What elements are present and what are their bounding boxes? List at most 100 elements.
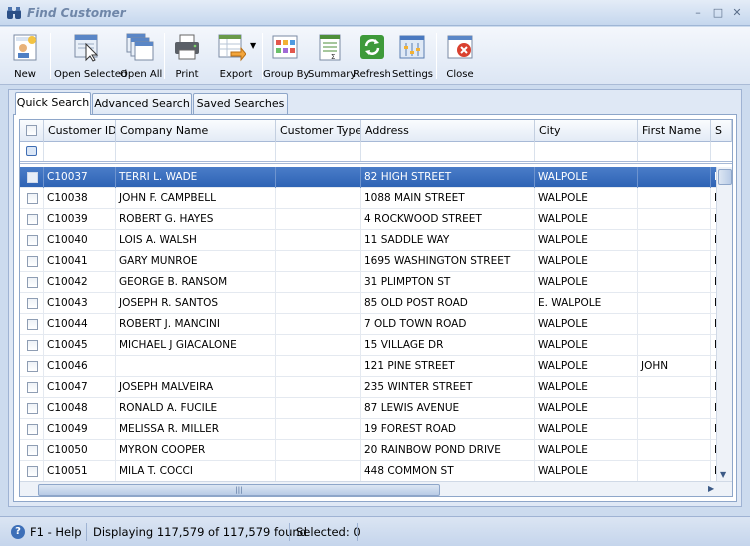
- table-row[interactable]: C10046121 PINE STREETWALPOLEJOHNM: [20, 356, 731, 377]
- cell-customer-type: [276, 419, 361, 440]
- filter-icon[interactable]: [26, 146, 37, 156]
- column-s[interactable]: S: [711, 120, 732, 142]
- horizontal-scroll-thumb[interactable]: |||: [38, 484, 440, 496]
- column-city[interactable]: City: [535, 120, 638, 142]
- row-checkbox[interactable]: [27, 382, 38, 393]
- maximize-button[interactable]: □: [710, 6, 726, 20]
- table-row[interactable]: C10051MILA T. COCCI448 COMMON STWALPOLEM: [20, 461, 731, 482]
- summary-button[interactable]: Σ Summary: [308, 29, 356, 83]
- column-first-name[interactable]: First Name: [638, 120, 711, 142]
- cell-first-name: [638, 293, 711, 314]
- close-window-button[interactable]: ✕: [729, 6, 745, 20]
- minimize-button[interactable]: –: [690, 6, 706, 20]
- select-all-cell: [20, 120, 44, 142]
- table-row[interactable]: C10042 GEORGE B. RANSOM 31 PLIMPTON ST WALP…: [20, 272, 731, 293]
- cell-city: E. WALPOLE: [535, 293, 638, 314]
- tab-advanced-search[interactable]: Advanced Search: [92, 93, 192, 114]
- open-selected-button[interactable]: Open Selected: [54, 29, 127, 83]
- filter-first-name[interactable]: [638, 142, 711, 161]
- help-text: F1 - Help: [30, 525, 82, 539]
- table-row[interactable]: C10043 JOSEPH R. SANTOS 85 OLD POST ROAD E.…: [20, 293, 731, 314]
- tab-quick-search[interactable]: Quick Search: [15, 92, 91, 115]
- settings-button[interactable]: Settings: [392, 29, 433, 83]
- row-checkbox-cell: [20, 335, 44, 356]
- row-checkbox-cell: [20, 314, 44, 335]
- filter-company-name[interactable]: [116, 142, 276, 161]
- table-row[interactable]: C10047 JOSEPH MALVEIRA 235 WINTER STREET WA…: [20, 377, 731, 398]
- cell-customer-type: [276, 167, 361, 188]
- row-checkbox[interactable]: [27, 466, 38, 477]
- row-checkbox[interactable]: [27, 277, 38, 288]
- table-row[interactable]: C10041 GARY MUNROE 1695 WASHINGTON STREET W…: [20, 251, 731, 272]
- vertical-scrollbar[interactable]: ▼: [716, 167, 732, 481]
- table-row[interactable]: C10045 MICHAEL J GIACALONE 15 VILLAGE DR WA…: [20, 335, 731, 356]
- column-customer-id[interactable]: Customer ID: [44, 120, 116, 142]
- cell-city: WALPOLE: [535, 188, 638, 209]
- table-row[interactable]: C10040LOIS A. WALSH11 SADDLE WAYWALPOLEM: [20, 230, 731, 251]
- cell-company-name: TERRI L. WADE: [116, 167, 276, 188]
- cell-company-name: JOHN F. CAMPBELL: [116, 188, 276, 209]
- scroll-right-icon[interactable]: ▶: [708, 484, 714, 493]
- open-all-button[interactable]: Open All: [120, 29, 162, 83]
- table-row[interactable]: C10048 RONALD A. FUCILE 87 LEWIS AVENUE WAL…: [20, 398, 731, 419]
- result-count: Displaying 117,579 of 117,579 found: [93, 525, 307, 539]
- close-button[interactable]: Close: [440, 29, 480, 83]
- tab-saved-searches[interactable]: Saved Searches: [193, 93, 288, 114]
- column-company-name[interactable]: Company Name: [116, 120, 276, 142]
- search-panel: Quick Search Advanced Search Saved Searc…: [8, 89, 742, 507]
- cell-address: 19 FOREST ROAD: [361, 419, 535, 440]
- title-bar: Find Customer – □ ✕: [0, 0, 750, 26]
- row-checkbox[interactable]: [27, 214, 38, 225]
- filter-city[interactable]: [535, 142, 638, 161]
- vertical-scroll-thumb[interactable]: [718, 169, 732, 185]
- row-checkbox[interactable]: [27, 424, 38, 435]
- filter-row: [20, 142, 732, 164]
- row-checkbox-cell: [20, 272, 44, 293]
- new-button[interactable]: New: [4, 29, 46, 83]
- scroll-down-icon[interactable]: ▼: [720, 470, 726, 479]
- column-address[interactable]: Address: [361, 120, 535, 142]
- toolbar: New Open Selected Open All Print ▼ Expor…: [0, 27, 750, 85]
- cell-customer-type: [276, 398, 361, 419]
- row-checkbox[interactable]: [27, 403, 38, 414]
- horizontal-scrollbar[interactable]: ||| ▶: [20, 481, 732, 496]
- cell-company-name: MICHAEL J GIACALONE: [116, 335, 276, 356]
- select-all-checkbox[interactable]: [26, 125, 37, 136]
- export-button[interactable]: ▼ Export: [210, 29, 262, 83]
- cell-company-name: MYRON COOPER: [116, 440, 276, 461]
- row-checkbox[interactable]: [27, 361, 38, 372]
- filter-customer-type[interactable]: [276, 142, 361, 161]
- group-by-button[interactable]: Group By: [263, 29, 309, 83]
- grid-header: Customer ID Company Name Customer Type A…: [20, 120, 732, 142]
- cell-first-name: [638, 230, 711, 251]
- table-row[interactable]: C10037 TERRI L. WADE 82 HIGH STREET WALPOLE…: [20, 167, 731, 188]
- export-dropdown-icon[interactable]: ▼: [250, 41, 256, 50]
- cell-address: 87 LEWIS AVENUE: [361, 398, 535, 419]
- cell-city: WALPOLE: [535, 209, 638, 230]
- refresh-button[interactable]: Refresh: [352, 29, 392, 83]
- filter-address[interactable]: [361, 142, 535, 161]
- table-row[interactable]: C10038 JOHN F. CAMPBELL 1088 MAIN STREET WA…: [20, 188, 731, 209]
- row-checkbox[interactable]: [27, 172, 38, 183]
- row-checkbox[interactable]: [27, 235, 38, 246]
- cell-city: WALPOLE: [535, 461, 638, 482]
- row-checkbox[interactable]: [27, 445, 38, 456]
- cell-city: WALPOLE: [535, 440, 638, 461]
- row-checkbox[interactable]: [27, 298, 38, 309]
- table-row[interactable]: C10044 ROBERT J. MANCINI 7 OLD TOWN ROAD WA…: [20, 314, 731, 335]
- cell-customer-id: C10047: [44, 377, 116, 398]
- cell-company-name: MILA T. COCCI: [116, 461, 276, 482]
- table-row[interactable]: C10049 MELISSA R. MILLER 19 FOREST ROAD WAL…: [20, 419, 731, 440]
- row-checkbox[interactable]: [27, 340, 38, 351]
- row-checkbox[interactable]: [27, 319, 38, 330]
- row-checkbox[interactable]: [27, 256, 38, 267]
- table-row[interactable]: C10050 MYRON COOPER 20 RAINBOW POND DRIVE W…: [20, 440, 731, 461]
- column-customer-type[interactable]: Customer Type: [276, 120, 361, 142]
- row-checkbox[interactable]: [27, 193, 38, 204]
- filter-customer-id[interactable]: [44, 142, 116, 161]
- print-button[interactable]: Print: [168, 29, 206, 83]
- open-all-icon: [126, 33, 154, 61]
- cell-city: WALPOLE: [535, 335, 638, 356]
- table-row[interactable]: C10039 ROBERT G. HAYES 4 ROCKWOOD STREET WA…: [20, 209, 731, 230]
- help-icon[interactable]: ?: [11, 525, 25, 539]
